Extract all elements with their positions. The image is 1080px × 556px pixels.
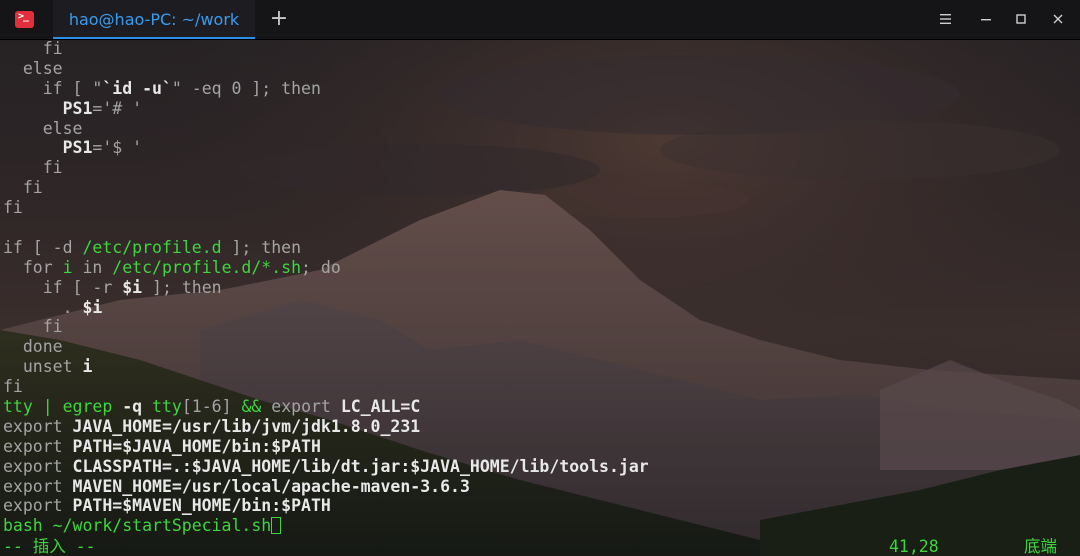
terminal-text-segment: JAVA_HOME=/usr/lib/jvm/jdk1.8.0_231 [72,416,421,436]
terminal-line: export JAVA_HOME=/usr/lib/jvm/jdk1.8.0_2… [3,417,649,437]
terminal-text-segment: PS1 [62,138,93,158]
terminal-text-segment: ='# ' [92,98,143,118]
terminal-window: >_ hao@hao-PC: ~/work + fi else if [ "`i… [0,0,1080,556]
terminal-text-segment: if [ -r [3,277,123,297]
terminal-text-segment: if [ -d [3,237,83,257]
terminal-line: fi [3,198,649,218]
terminal-text-segment: export [271,397,341,417]
terminal-text-segment: ]; then [142,277,222,297]
new-tab-button[interactable]: + [268,6,290,32]
terminal-text-segment: -q [122,397,143,417]
terminal-line: PS1='# ' [3,99,649,119]
terminal-text-segment: fi [3,178,43,198]
terminal-text-segment: `id -u` [102,78,172,98]
terminal-line: fi [3,377,649,397]
minimize-icon[interactable] [975,8,997,30]
terminal-text-segment: i [82,357,93,377]
terminal-text-segment: ]; then [221,237,302,257]
terminal-text-segment: export [3,476,73,496]
terminal-text-segment: && [231,397,272,417]
cursor-position: 41,28 [889,537,939,556]
terminal-line: export MAVEN_HOME=/usr/local/apache-mave… [3,477,649,497]
terminal-text-segment: PS1 [62,98,93,118]
terminal-line: . $i [3,298,649,318]
terminal-text-segment: . [3,297,83,317]
terminal-text-segment: bash ~/work/startSpecial.sh [3,516,272,536]
terminal-text-segment: unset [3,357,83,377]
terminal-text-segment: /etc/profile.d/*.sh [112,257,302,277]
terminal-line: export PATH=$MAVEN_HOME/bin:$PATH [3,496,649,516]
terminal-text-segment: fi [3,39,63,58]
terminal-text-segment: for [3,257,63,277]
terminal-line: fi [3,317,649,337]
terminal-line: export PATH=$JAVA_HOME/bin:$PATH [3,437,649,457]
vim-status-line: -- 插入 -- 41,28 底端 [3,537,1077,556]
terminal-line: fi [3,39,649,59]
terminal-text-segment: export [3,496,73,516]
terminal-text-segment: ='$ ' [92,138,143,158]
terminal-line: fi [3,178,649,198]
terminal-text-segment: tty | egrep [3,397,123,417]
scroll-location: 底端 [1024,537,1057,556]
terminal-text-segment: PATH=$MAVEN_HOME/bin:$PATH [72,496,331,516]
terminal-line: unset i [3,357,649,377]
title-bar: >_ hao@hao-PC: ~/work + [0,0,1080,40]
tab-terminal[interactable]: hao@hao-PC: ~/work [53,0,255,39]
terminal-line: bash ~/work/startSpecial.sh [3,516,649,536]
terminal-text-segment: fi [3,377,23,397]
terminal-line: for i in /etc/profile.d/*.sh; do [3,258,649,278]
terminal-line: if [ "`id -u`" -eq 0 ]; then [3,79,649,99]
terminal-text-segment: in [72,257,113,277]
terminal-text-segment: " -eq [171,78,232,98]
hamburger-menu-icon[interactable] [934,8,956,30]
terminal-text-segment: i [62,257,73,277]
terminal-text-segment: ]; then [241,78,321,98]
terminal-line: export CLASSPATH=.:$JAVA_HOME/lib/dt.jar… [3,457,649,477]
terminal-text-segment: else [3,118,83,138]
tab-active-indicator [53,37,255,39]
terminal-line: else [3,119,649,139]
terminal-icon[interactable]: >_ [15,11,34,28]
terminal-text-segment: $i [122,277,143,297]
terminal-text-segment: [1-6] [181,397,232,417]
terminal-text-segment: export [3,436,73,456]
terminal-line: PS1='$ ' [3,138,649,158]
terminal-text-segment: if [ " [3,78,103,98]
terminal-text-segment: export [3,416,73,436]
terminal-text-segment: export [3,456,73,476]
vim-mode-indicator: -- 插入 -- [3,537,96,556]
text-cursor [271,517,282,535]
terminal-line: tty | egrep -q tty[1-6] && export LC_ALL… [3,397,649,417]
terminal-text-segment: /etc/profile.d [82,237,222,257]
terminal-text-segment: MAVEN_HOME=/usr/local/apache-maven-3.6.3 [72,476,470,496]
terminal-text-segment: PATH=$JAVA_HOME/bin:$PATH [72,436,321,456]
terminal-text-segment: tty [142,397,182,417]
terminal-line: if [ -r $i ]; then [3,278,649,298]
tab-title: hao@hao-PC: ~/work [68,10,240,29]
close-icon[interactable] [1047,8,1069,30]
terminal-text-segment: CLASSPATH=.:$JAVA_HOME/lib/dt.jar:$JAVA_… [72,456,649,476]
terminal-line: fi [3,158,649,178]
terminal-output[interactable]: fi else if [ "`id -u`" -eq 0 ]; then PS1… [3,39,649,536]
terminal-text-segment: fi [3,317,63,337]
terminal-text-segment: fi [3,198,23,218]
terminal-line: done [3,337,649,357]
terminal-line: if [ -d /etc/profile.d ]; then [3,238,649,258]
terminal-text-segment: $i [82,297,103,317]
terminal-text-segment: else [3,58,63,78]
terminal-line: else [3,59,649,79]
terminal-text-segment: 0 [231,78,242,98]
terminal-text-segment: fi [3,158,63,178]
terminal-text-segment: LC_ALL=C [340,397,421,417]
terminal-text-segment: done [3,337,63,357]
maximize-icon[interactable] [1010,8,1032,30]
terminal-text-segment: ; do [301,257,341,277]
